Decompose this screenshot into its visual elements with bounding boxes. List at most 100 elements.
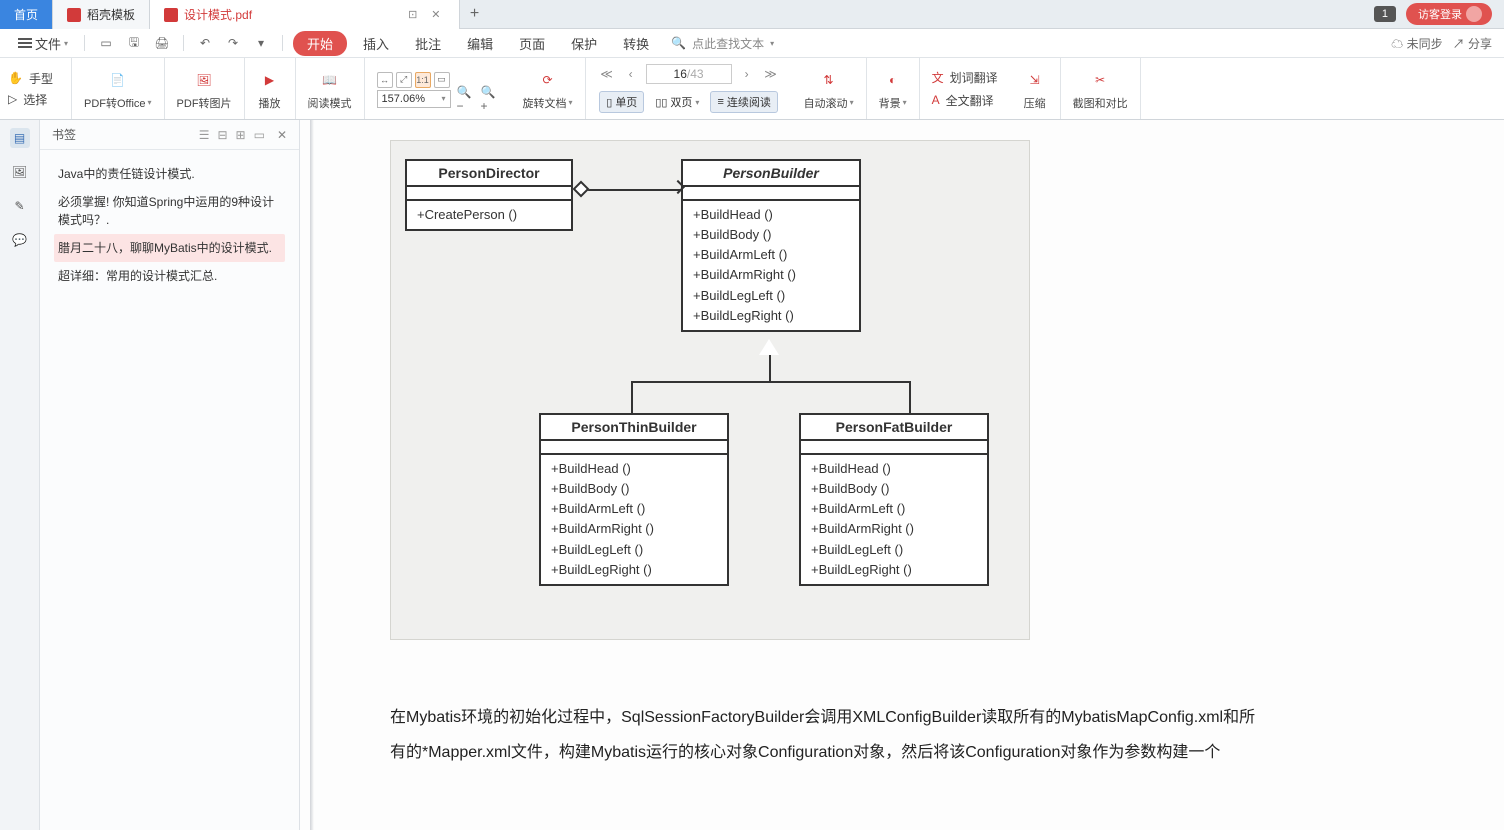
next-page-button[interactable]: › [738, 65, 756, 83]
attachment-panel-toggle[interactable]: ✎ [10, 196, 30, 216]
menu-annotate[interactable]: 批注 [405, 31, 451, 56]
bm-tool-1[interactable]: ☰ [199, 128, 210, 142]
prev-page-button[interactable]: ‹ [622, 65, 640, 83]
autoscroll-button[interactable]: ⇅自动滚动▾ [792, 58, 867, 119]
actual-size-button[interactable]: 1:1 [415, 72, 431, 88]
double-icon: ▯▯ [655, 96, 667, 109]
snip-label: 截图和对比 [1073, 95, 1128, 111]
single-icon: ▯ [606, 96, 612, 109]
pdf-to-image-button[interactable]: 🖼PDF转图片 [165, 58, 245, 119]
translate-full-icon: A [932, 93, 940, 107]
rotate-button[interactable]: ⟳旋转文档▾ [511, 58, 586, 119]
double-page-button[interactable]: ▯▯双页▾ [648, 91, 706, 113]
translate-icon: 文 [932, 69, 944, 86]
pdf2img-label: PDF转图片 [177, 95, 232, 111]
uml-class-name: PersonFatBuilder [801, 415, 987, 441]
hand-icon: ✋ [8, 71, 23, 85]
close-tab-icon[interactable]: ✕ [427, 8, 444, 21]
read-mode-button[interactable]: 📖阅读模式 [296, 58, 365, 119]
snip-compare-button[interactable]: ✂截图和对比 [1061, 58, 1141, 119]
bookmark-panel-toggle[interactable]: ▤ [10, 128, 30, 148]
compress-button[interactable]: ⇲压缩 [1010, 58, 1061, 119]
bm-tool-2[interactable]: ⊟ [217, 128, 227, 142]
autoscroll-label: 自动滚动 [804, 95, 848, 111]
share-label: 分享 [1468, 37, 1492, 51]
page-total: /43 [687, 67, 704, 81]
menu-protect[interactable]: 保护 [561, 31, 607, 56]
zoom-in-button[interactable]: 🔍+ [481, 90, 499, 108]
select-tool[interactable]: ▷选择 [8, 91, 63, 108]
page-current: 16 [674, 67, 687, 81]
bm-tool-4[interactable]: ▭ [254, 128, 265, 142]
notification-badge[interactable]: 1 [1374, 6, 1396, 22]
body-paragraph: 在Mybatis环境的初始化过程中，SqlSessionFactoryBuild… [390, 700, 1270, 770]
search-icon: 🔍 [671, 36, 686, 50]
bg-icon: ◐ [880, 67, 906, 93]
uml-class-name: PersonDirector [407, 161, 571, 187]
chevron-down-icon: ▾ [64, 39, 68, 48]
save-icon[interactable]: 🖫 [123, 32, 145, 54]
fit-visible-button[interactable]: ▭ [434, 72, 450, 88]
pin-icon[interactable]: ⊡ [404, 8, 421, 21]
thumbnail-panel-toggle[interactable]: 🖼 [10, 162, 30, 182]
menu-convert[interactable]: 转换 [613, 31, 659, 56]
bookmark-item[interactable]: Java中的责任链设计模式. [54, 160, 285, 188]
word-translate-button[interactable]: 文划词翻译 [932, 69, 998, 86]
single-page-button[interactable]: ▯单页 [599, 91, 644, 113]
hand-tool[interactable]: ✋手型 [8, 70, 63, 87]
full-translate-button[interactable]: A全文翻译 [932, 92, 994, 109]
zoom-out-button[interactable]: 🔍− [457, 90, 475, 108]
login-button[interactable]: 访客登录 [1406, 3, 1492, 25]
menu-edit[interactable]: 编辑 [457, 31, 503, 56]
bookmark-close-button[interactable]: ✕ [277, 128, 287, 142]
pdf-viewport[interactable]: PersonDirector +CreatePerson () PersonBu… [300, 120, 1504, 830]
bookmark-item[interactable]: 必须掌握! 你知道Spring中运用的9种设计模式吗？. [54, 188, 285, 234]
start-label: 开始 [307, 37, 333, 52]
menu-insert[interactable]: 插入 [353, 31, 399, 56]
menu-page[interactable]: 页面 [509, 31, 555, 56]
pdf-office-icon: 📄 [105, 67, 131, 93]
uml-class-name: PersonThinBuilder [541, 415, 727, 441]
uml-methods: +BuildHead ()+BuildBody ()+BuildArmLeft … [541, 455, 727, 584]
start-tab[interactable]: 开始 [293, 31, 347, 56]
uml-methods: +BuildHead ()+BuildBody ()+BuildArmLeft … [683, 201, 859, 330]
open-icon[interactable]: ▭ [95, 32, 117, 54]
bookmark-item[interactable]: 腊月二十八，聊聊MyBatis中的设计模式. [54, 234, 285, 262]
login-label: 访客登录 [1418, 6, 1462, 22]
fit-page-button[interactable]: ⤢ [396, 72, 412, 88]
share-button[interactable]: ↗ 分享 [1453, 35, 1492, 52]
book-icon: 📖 [317, 67, 343, 93]
rotate-icon: ⟳ [535, 67, 561, 93]
play-button[interactable]: ▶播放 [245, 58, 296, 119]
continuous-button[interactable]: ≡连续阅读 [710, 91, 777, 113]
history-dropdown-icon[interactable]: ▾ [250, 32, 272, 54]
tab-document[interactable]: 设计模式.pdf ⊡ ✕ [150, 0, 459, 29]
docer-icon [67, 8, 81, 22]
double-label: 双页 [670, 94, 692, 110]
last-page-button[interactable]: ≫ [762, 65, 780, 83]
zoom-select[interactable]: 157.06%▾ [377, 90, 451, 108]
first-page-button[interactable]: ≪ [598, 65, 616, 83]
print-icon[interactable]: 🖨 [151, 32, 173, 54]
page-input[interactable]: 16/43 [646, 64, 732, 84]
fit-width-button[interactable]: ↔ [377, 72, 393, 88]
add-tab-button[interactable]: + [460, 0, 490, 28]
search-box[interactable]: 🔍点此查找文本▾ [671, 35, 774, 52]
pdf-to-office-button[interactable]: 📄PDF转Office▾ [72, 58, 165, 119]
bookmark-title: 书签 [52, 126, 76, 143]
redo-icon[interactable]: ↷ [222, 32, 244, 54]
avatar-icon [1466, 6, 1482, 22]
tab-home[interactable]: 首页 [0, 0, 53, 29]
zoom-value: 157.06% [382, 93, 425, 105]
undo-icon[interactable]: ↶ [194, 32, 216, 54]
comment-panel-toggle[interactable]: 💬 [10, 230, 30, 250]
sync-status[interactable]: ☁ 未同步 [1391, 35, 1442, 52]
compress-label: 压缩 [1024, 95, 1046, 111]
tab-docer[interactable]: 稻壳模板 [53, 0, 150, 29]
background-button[interactable]: ◐背景▾ [867, 58, 920, 119]
pdf2office-label: PDF转Office [84, 95, 146, 111]
bookmark-item[interactable]: 超详细：常用的设计模式汇总. [54, 262, 285, 290]
file-menu[interactable]: 文件▾ [12, 31, 74, 56]
bm-tool-3[interactable]: ⊞ [236, 128, 246, 142]
search-placeholder: 点此查找文本 [692, 35, 764, 52]
